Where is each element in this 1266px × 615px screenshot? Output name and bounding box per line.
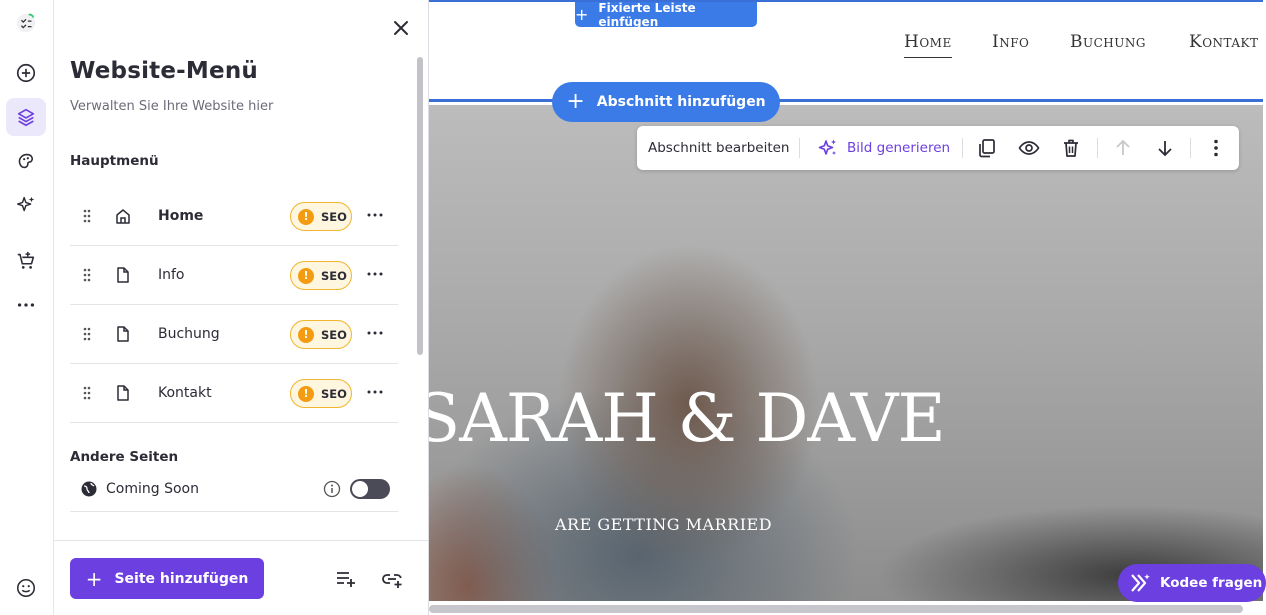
- site-preview-canvas: SARAH & DAVE ARE GETTING MARRIED Home In…: [429, 0, 1266, 615]
- checklist-logo-icon[interactable]: [6, 4, 46, 42]
- plus-icon: +: [575, 5, 589, 24]
- panel-scrollbar[interactable]: [415, 55, 425, 540]
- ai-sparkle-icon[interactable]: [6, 186, 46, 224]
- menu-item-label: Buchung: [158, 326, 220, 342]
- toggle-knob: [352, 481, 368, 497]
- ai-sparkle-icon: [818, 139, 836, 155]
- trash-icon[interactable]: [1060, 137, 1082, 159]
- home-icon: [116, 209, 130, 224]
- plus-icon: +: [566, 89, 585, 114]
- warning-icon: !: [298, 385, 314, 402]
- nav-link-kontakt[interactable]: Kontakt: [1189, 32, 1259, 52]
- store-cart-icon[interactable]: [6, 242, 46, 280]
- eye-visibility-icon[interactable]: [1018, 137, 1040, 159]
- warning-icon: !: [298, 326, 314, 343]
- main-menu-list: Home ! SEO Info ! SEO Buchung ! SEO Kont…: [70, 187, 398, 423]
- info-icon[interactable]: [323, 480, 341, 498]
- panel-footer: + Seite hinzufügen: [54, 540, 428, 615]
- nav-link-info[interactable]: Info: [992, 32, 1029, 52]
- main-menu-heading: Hauptmenü: [70, 153, 159, 169]
- palette-icon[interactable]: [6, 142, 46, 180]
- other-page-label: Coming Soon: [106, 481, 199, 497]
- hero-title[interactable]: SARAH & DAVE: [429, 380, 946, 457]
- toolbar-divider: [1097, 138, 1098, 158]
- generate-image-button[interactable]: Bild generieren: [817, 137, 950, 159]
- toolbar-divider: [962, 138, 963, 158]
- hero-subtitle[interactable]: ARE GETTING MARRIED: [555, 515, 772, 534]
- seo-warning-badge[interactable]: ! SEO: [290, 320, 352, 349]
- help-chat-icon[interactable]: [6, 569, 46, 607]
- add-fixed-bar-label: Fixierte Leiste einfügen: [598, 0, 696, 29]
- edit-section-button[interactable]: Abschnitt bearbeiten: [648, 140, 789, 156]
- warning-icon: !: [298, 267, 314, 284]
- page-icon: [117, 267, 129, 283]
- drag-handle-icon[interactable]: [82, 208, 92, 224]
- menu-item-label: Info: [158, 267, 185, 283]
- layers-icon[interactable]: [6, 98, 46, 136]
- seo-warning-badge[interactable]: ! SEO: [290, 261, 352, 290]
- close-panel-icon[interactable]: [387, 14, 415, 42]
- globe-icon: [81, 481, 97, 497]
- kodee-label: Kodee fragen: [1160, 575, 1263, 591]
- drag-handle-icon[interactable]: [82, 385, 92, 401]
- generate-image-label: Bild generieren: [847, 140, 951, 156]
- kodee-logo-icon: [1131, 574, 1150, 592]
- website-menu-panel: Website-Menü Verwalten Sie Ihre Website …: [54, 0, 429, 615]
- add-element-icon[interactable]: [6, 54, 46, 92]
- add-link-icon[interactable]: [381, 569, 403, 589]
- move-down-arrow-icon[interactable]: [1154, 137, 1176, 159]
- add-list-item-icon[interactable]: [335, 569, 357, 589]
- kodee-ai-assistant-button[interactable]: Kodee fragen: [1118, 564, 1266, 602]
- toolbar-divider: [799, 138, 800, 158]
- seo-badge-label: SEO: [321, 268, 347, 283]
- duplicate-icon[interactable]: [976, 137, 998, 159]
- more-options-icon[interactable]: [6, 286, 46, 324]
- menu-item-kontakt[interactable]: Kontakt ! SEO: [70, 364, 398, 423]
- nav-link-home[interactable]: Home: [904, 32, 952, 58]
- panel-scrollbar-thumb[interactable]: [417, 57, 423, 355]
- menu-item-info[interactable]: Info ! SEO: [70, 246, 398, 305]
- menu-item-label: Home: [158, 208, 204, 224]
- more-options-icon[interactable]: [366, 209, 384, 221]
- canvas-scrollbar-thumb[interactable]: [429, 605, 1243, 613]
- other-page-coming-soon[interactable]: Coming Soon: [70, 468, 398, 512]
- section-toolbar: Abschnitt bearbeiten Bild generieren: [637, 126, 1239, 170]
- nav-link-buchung[interactable]: Buchung: [1070, 32, 1146, 52]
- menu-item-home[interactable]: Home ! SEO: [70, 187, 398, 246]
- panel-subtitle: Verwalten Sie Ihre Website hier: [70, 99, 274, 114]
- seo-badge-label: SEO: [321, 209, 347, 224]
- drag-handle-icon[interactable]: [82, 267, 92, 283]
- add-fixed-bar-button[interactable]: + Fixierte Leiste einfügen: [575, 0, 757, 29]
- plus-icon: +: [85, 566, 103, 591]
- more-options-icon[interactable]: [366, 327, 384, 339]
- canvas-horizontal-scrollbar[interactable]: [429, 601, 1263, 615]
- seo-badge-label: SEO: [321, 327, 347, 342]
- move-up-arrow-icon[interactable]: [1112, 137, 1134, 159]
- site-header[interactable]: Home Info Buchung Kontakt: [429, 0, 1263, 102]
- more-options-icon[interactable]: [366, 268, 384, 280]
- seo-warning-badge[interactable]: ! SEO: [290, 379, 352, 408]
- menu-item-label: Kontakt: [158, 385, 212, 401]
- other-pages-heading: Andere Seiten: [70, 449, 179, 465]
- add-page-label: Seite hinzufügen: [114, 570, 249, 587]
- toolbar-divider: [1190, 138, 1191, 158]
- menu-item-buchung[interactable]: Buchung ! SEO: [70, 305, 398, 364]
- add-section-button[interactable]: + Abschnitt hinzufügen: [552, 82, 780, 122]
- page-icon: [117, 326, 129, 342]
- add-page-button[interactable]: + Seite hinzufügen: [70, 558, 264, 599]
- hero-section[interactable]: SARAH & DAVE ARE GETTING MARRIED: [429, 105, 1263, 601]
- add-section-label: Abschnitt hinzufügen: [596, 94, 766, 110]
- more-options-icon[interactable]: [366, 386, 384, 398]
- seo-warning-badge[interactable]: ! SEO: [290, 202, 352, 231]
- more-vertical-icon[interactable]: [1205, 137, 1227, 159]
- page-icon: [117, 385, 129, 401]
- drag-handle-icon[interactable]: [82, 326, 92, 342]
- warning-icon: !: [298, 208, 314, 225]
- website-builder: Website-Menü Verwalten Sie Ihre Website …: [0, 0, 1266, 615]
- coming-soon-toggle[interactable]: [350, 479, 390, 499]
- panel-title: Website-Menü: [70, 58, 258, 84]
- seo-badge-label: SEO: [321, 386, 347, 401]
- sidebar-rail: [0, 0, 54, 615]
